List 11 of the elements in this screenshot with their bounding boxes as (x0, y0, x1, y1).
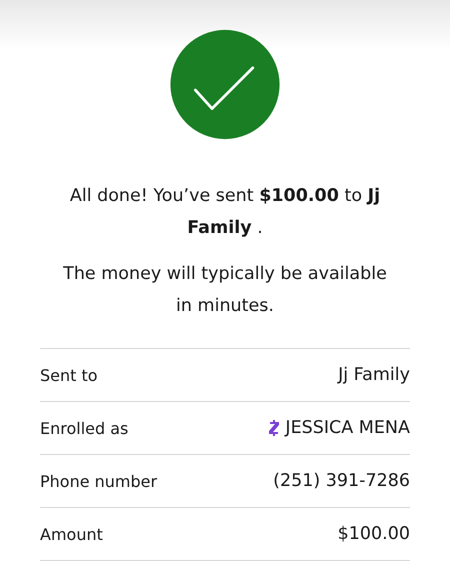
detail-label: Amount (40, 524, 103, 544)
detail-value: JESSICA MENA (285, 418, 410, 438)
detail-value: $100.00 (338, 524, 410, 544)
availability-note: The money will typically be available in minutes. (62, 263, 388, 318)
detail-label: Sent to (40, 366, 98, 384)
detail-label: Phone number (40, 472, 158, 490)
detail-value: Jj Family (338, 365, 410, 385)
detail-value: (251) 391-7286 (273, 471, 410, 491)
zelle-z-icon (269, 420, 280, 436)
confirmation-message: All done! You’ve sent $100.00 to Jj Family . (68, 185, 382, 240)
detail-label: Enrolled as (40, 418, 128, 438)
